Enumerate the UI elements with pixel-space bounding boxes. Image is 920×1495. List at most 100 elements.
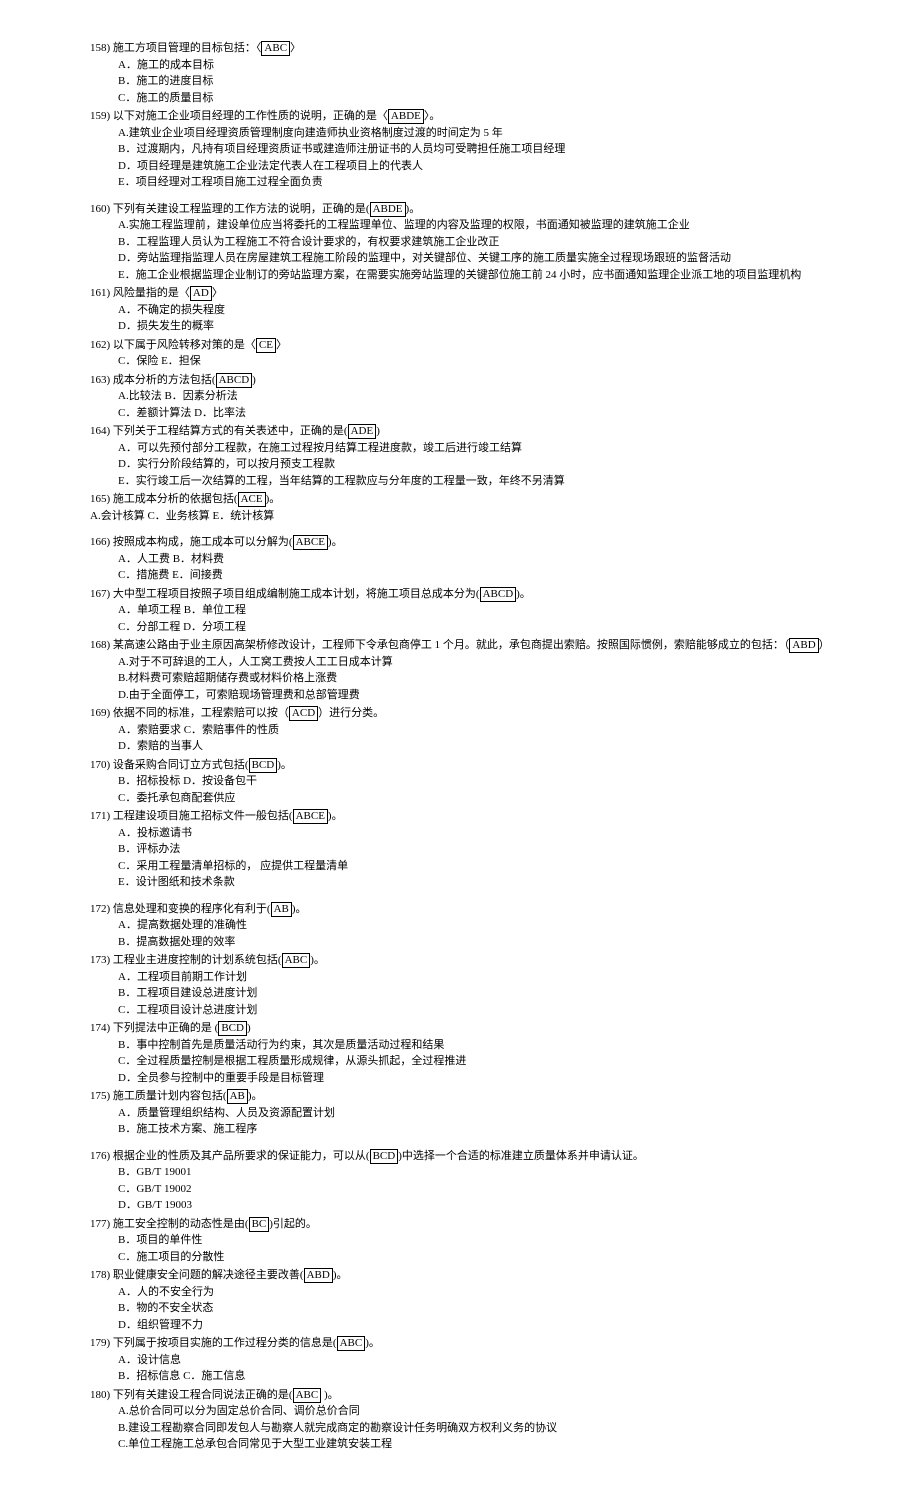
option: B．提高数据处理的效率: [118, 934, 830, 951]
question: 179) 下列属于按项目实施的工作过程分类的信息是(ABC)。A．设计信息B．招…: [90, 1335, 830, 1385]
question: 178) 职业健康安全问题的解决途径主要改善(ABD)。A．人的不安全行为B．物…: [90, 1267, 830, 1333]
question: 159) 以下对施工企业项目经理的工作性质的说明，正确的是〈ABDE〉。A.建筑…: [90, 108, 830, 191]
options: A.比较法 B．因素分析法C．差额计算法 D．比率法: [90, 388, 830, 421]
option: A．单项工程 B．单位工程: [118, 602, 830, 619]
question: 164) 下列关于工程结算方式的有关表述中，正确的是(ADE)A．可以先预付部分…: [90, 423, 830, 489]
question: 172) 信息处理和变换的程序化有利于(AB)。A．提高数据处理的准确性B．提高…: [90, 901, 830, 951]
question-stem: 179) 下列属于按项目实施的工作过程分类的信息是(ABC)。: [90, 1335, 830, 1352]
options: A．质量管理组织结构、人员及资源配置计划B．施工技术方案、施工程序: [90, 1105, 830, 1138]
option: B．工程监理人员认为工程施工不符合设计要求的，有权要求建筑施工企业改正: [118, 234, 830, 251]
options: B．招标投标 D．按设备包干C．委托承包商配套供应: [90, 773, 830, 806]
options: A.实施工程监理前，建设单位应当将委托的工程监理单位、监理的内容及监理的权限，书…: [90, 217, 830, 283]
question-stem: 169) 依据不同的标准，工程索赔可以按（ACD）进行分类。: [90, 705, 830, 722]
question-stem: 163) 成本分析的方法包括(ABCD): [90, 372, 830, 389]
stem-pre: 163) 成本分析的方法包括(: [90, 374, 216, 386]
question: 167) 大中型工程项目按照子项目组成编制施工成本计划，将施工项目总成本分为(A…: [90, 586, 830, 636]
note: A.会计核算 C．业务核算 E．统计核算: [90, 508, 830, 525]
option: C.单位工程施工总承包合同常见于大型工业建筑安装工程: [118, 1436, 830, 1453]
question: 171) 工程建设项目施工招标文件一般包括(ABCE)。A．投标邀请书B．评标办…: [90, 808, 830, 891]
answer-box: ABDE: [388, 109, 424, 124]
answer-box: ABC: [261, 41, 290, 56]
answer-box: ADE: [348, 424, 377, 439]
question: 175) 施工质量计划内容包括(AB)。A．质量管理组织结构、人员及资源配置计划…: [90, 1088, 830, 1138]
question: 170) 设备采购合同订立方式包括(BCD)。B．招标投标 D．按设备包干C．委…: [90, 757, 830, 807]
option: B．施工的进度目标: [118, 73, 830, 90]
option: A．可以先预付部分工程款，在施工过程按月结算工程进度款，竣工后进行竣工结算: [118, 440, 830, 457]
option: C．全过程质量控制是根据工程质量形成规律，从源头抓起，全过程推进: [118, 1053, 830, 1070]
stem-pre: 159) 以下对施工企业项目经理的工作性质的说明，正确的是〈: [90, 110, 388, 122]
option: B．招标信息 C．施工信息: [118, 1368, 830, 1385]
options: A．不确定的损失程度D．损失发生的概率: [90, 302, 830, 335]
options: A．人工费 B．材料费C．措施费 E．间接费: [90, 551, 830, 584]
answer-box: AB: [227, 1089, 248, 1104]
answer-box: CE: [256, 338, 276, 353]
question-stem: 170) 设备采购合同订立方式包括(BCD)。: [90, 757, 830, 774]
options: B．GB/T 19001C．GB/T 19002D．GB/T 19003: [90, 1164, 830, 1214]
question-stem: 159) 以下对施工企业项目经理的工作性质的说明，正确的是〈ABDE〉。: [90, 108, 830, 125]
stem-pre: 176) 根据企业的性质及其产品所要求的保证能力，可以从(: [90, 1150, 370, 1162]
stem-post: 〉: [212, 287, 223, 299]
stem-pre: 175) 施工质量计划内容包括(: [90, 1090, 227, 1102]
option: D.由于全面停工，可索赔现场管理费和总部管理费: [118, 687, 830, 704]
options: A．投标邀请书B．评标办法C．采用工程量清单招标的， 应提供工程量清单E．设计图…: [90, 825, 830, 891]
stem-pre: 164) 下列关于工程结算方式的有关表述中，正确的是(: [90, 425, 348, 437]
option: D．GB/T 19003: [118, 1197, 830, 1214]
option: B．评标办法: [118, 841, 830, 858]
stem-pre: 173) 工程业主进度控制的计划系统包括(: [90, 954, 282, 966]
option: A．质量管理组织结构、人员及资源配置计划: [118, 1105, 830, 1122]
options: A．设计信息B．招标信息 C．施工信息: [90, 1352, 830, 1385]
option: E．设计图纸和技术条款: [118, 874, 830, 891]
stem-pre: 174) 下列提法中正确的是 (: [90, 1022, 218, 1034]
stem-post: ): [252, 374, 256, 386]
answer-box: ABCD: [480, 587, 517, 602]
options: A.建筑业企业项目经理资质管理制度向建造师执业资格制度过渡的时间定为 5 年B．…: [90, 125, 830, 191]
question: 161) 风险量指的是〈AD〉A．不确定的损失程度D．损失发生的概率: [90, 285, 830, 335]
option: A.建筑业企业项目经理资质管理制度向建造师执业资格制度过渡的时间定为 5 年: [118, 125, 830, 142]
option: C．采用工程量清单招标的， 应提供工程量清单: [118, 858, 830, 875]
question: 165) 施工成本分析的依据包括(ACE)。A.会计核算 C．业务核算 E．统计…: [90, 491, 830, 524]
option: A.比较法 B．因素分析法: [118, 388, 830, 405]
option: B.材料费可索赔超期储存费或材料价格上涨费: [118, 670, 830, 687]
option: A．设计信息: [118, 1352, 830, 1369]
option: C．分部工程 D．分项工程: [118, 619, 830, 636]
option: D．项目经理是建筑施工企业法定代表人在工程项目上的代表人: [118, 158, 830, 175]
question-stem: 171) 工程建设项目施工招标文件一般包括(ABCE)。: [90, 808, 830, 825]
options: A．单项工程 B．单位工程C．分部工程 D．分项工程: [90, 602, 830, 635]
answer-box: BCD: [370, 1149, 399, 1164]
answer-box: AB: [271, 902, 292, 917]
answer-box: ABC: [293, 1388, 322, 1403]
stem-post: )。: [321, 1389, 338, 1401]
option: C．委托承包商配套供应: [118, 790, 830, 807]
answer-box: AD: [190, 286, 212, 301]
question-stem: 166) 按照成本构成，施工成本可以分解为(ABCE)。: [90, 534, 830, 551]
stem-post: )。: [365, 1337, 380, 1349]
answer-box: BCD: [218, 1021, 247, 1036]
option: E．实行竣工后一次结算的工程，当年结算的工程款应与分年度的工程量一致，年终不另清…: [118, 473, 830, 490]
stem-post: )。: [266, 493, 281, 505]
stem-pre: 169) 依据不同的标准，工程索赔可以按（: [90, 707, 289, 719]
stem-pre: 167) 大中型工程项目按照子项目组成编制施工成本计划，将施工项目总成本分为(: [90, 588, 480, 600]
option: A．提高数据处理的准确性: [118, 917, 830, 934]
stem-post: 〉。: [424, 110, 441, 122]
answer-box: ABCE: [293, 809, 328, 824]
stem-pre: 177) 施工安全控制的动态性是由(: [90, 1218, 249, 1230]
option: C．施工项目的分散性: [118, 1249, 830, 1266]
question: 169) 依据不同的标准，工程索赔可以按（ACD）进行分类。A．索赔要求 C．索…: [90, 705, 830, 755]
question-stem: 162) 以下属于风险转移对策的是〈CE〉: [90, 337, 830, 354]
question-stem: 173) 工程业主进度控制的计划系统包括(ABC)。: [90, 952, 830, 969]
option: C．GB/T 19002: [118, 1181, 830, 1198]
stem-post: )。: [328, 536, 343, 548]
stem-pre: 162) 以下属于风险转移对策的是〈: [90, 339, 256, 351]
option: A.对于不可辞退的工人，人工窝工费按人工工日成本计算: [118, 654, 830, 671]
option: D．组织管理不力: [118, 1317, 830, 1334]
stem-pre: 158) 施工方项目管理的目标包括：〈: [90, 42, 261, 54]
question: 177) 施工安全控制的动态性是由(BC)引起的。B．项目的单件性C．施工项目的…: [90, 1216, 830, 1266]
stem-pre: 170) 设备采购合同订立方式包括(: [90, 759, 249, 771]
options: A．人的不安全行为B．物的不安全状态D．组织管理不力: [90, 1284, 830, 1334]
question: 158) 施工方项目管理的目标包括：〈ABC〉A．施工的成本目标B．施工的进度目…: [90, 40, 830, 106]
stem-pre: 166) 按照成本构成，施工成本可以分解为(: [90, 536, 293, 548]
options: A．施工的成本目标B．施工的进度目标C．施工的质量目标: [90, 57, 830, 107]
option: A.总价合同可以分为固定总价合同、调价总价合同: [118, 1403, 830, 1420]
question-stem: 178) 职业健康安全问题的解决途径主要改善(ABD)。: [90, 1267, 830, 1284]
option: A．索赔要求 C．索赔事件的性质: [118, 722, 830, 739]
